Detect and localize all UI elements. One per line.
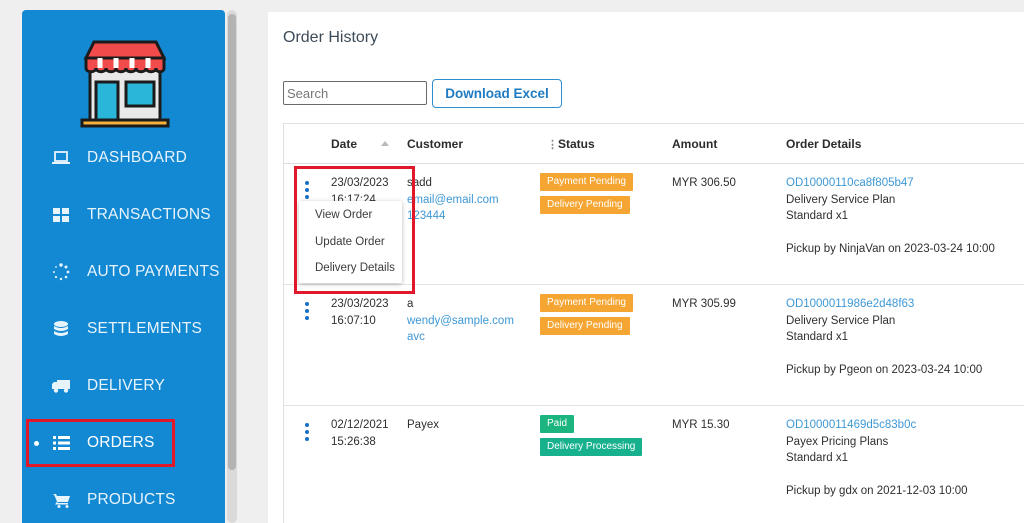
cart-icon bbox=[52, 491, 70, 509]
payment-status-badge: Payment Pending bbox=[540, 294, 633, 312]
sidebar-item-label: DASHBOARD bbox=[87, 149, 187, 166]
order-qty: Standard x1 bbox=[786, 210, 849, 222]
order-id-link[interactable]: OD1000011469d5c83b0c bbox=[786, 417, 968, 434]
order-plan: Delivery Service Plan bbox=[786, 193, 896, 206]
row-actions-icon[interactable] bbox=[305, 423, 309, 443]
status-cell: Payment Pending Delivery Pending bbox=[540, 294, 633, 340]
order-plan: Delivery Service Plan bbox=[786, 314, 896, 327]
customer-phone-link[interactable]: 123444 bbox=[407, 208, 499, 225]
order-date: 02/12/2021 15:26:38 bbox=[331, 417, 389, 450]
sidebar-item-label: SETTLEMENTS bbox=[87, 320, 203, 337]
sidebar-item-dashboard[interactable]: DASHBOARD bbox=[22, 136, 225, 180]
order-id-link[interactable]: OD10000110ca8f805b47 bbox=[786, 175, 995, 192]
column-status: Status bbox=[558, 137, 595, 151]
truck-icon bbox=[52, 377, 70, 395]
sidebar-item-label: DELIVERY bbox=[87, 377, 165, 394]
table-header: Date Customer ⋮ Status Amount Order Deta… bbox=[284, 124, 1024, 164]
customer-email-link[interactable]: wendy@sample.com bbox=[407, 313, 514, 330]
sort-asc-icon[interactable] bbox=[381, 141, 389, 146]
delivery-status-badge: Delivery Pending bbox=[540, 196, 630, 214]
grid-icon bbox=[52, 206, 70, 224]
date-value: 02/12/2021 bbox=[331, 419, 389, 431]
date-value: 23/03/2023 bbox=[331, 298, 389, 310]
sidebar-item-transactions[interactable]: TRANSACTIONS bbox=[22, 193, 225, 237]
orders-highlight-box bbox=[26, 419, 175, 467]
time-value: 15:26:38 bbox=[331, 435, 376, 448]
order-amount: MYR 15.30 bbox=[672, 419, 730, 431]
order-pickup: Pickup by gdx on 2021-12-03 10:00 bbox=[786, 484, 968, 497]
order-details: OD1000011469d5c83b0c Payex Pricing Plans… bbox=[786, 417, 968, 499]
download-excel-button[interactable]: Download Excel bbox=[432, 79, 562, 108]
sidebar-item-auto-payments[interactable]: AUTO PAYMENTS bbox=[22, 250, 225, 294]
page-title: Order History bbox=[283, 29, 379, 46]
customer-info: a wendy@sample.com avc bbox=[407, 296, 514, 346]
order-date: 23/03/2023 16:07:10 bbox=[331, 296, 389, 329]
status-cell: Payment Pending Delivery Pending bbox=[540, 173, 633, 219]
order-qty: Standard x1 bbox=[786, 452, 849, 464]
payment-status-badge: Paid bbox=[540, 415, 575, 433]
column-date[interactable]: Date bbox=[331, 137, 357, 151]
order-qty: Standard x1 bbox=[786, 331, 849, 343]
table-row: 23/03/2023 16:07:10 a wendy@sample.com a… bbox=[284, 285, 1024, 406]
customer-email-link[interactable]: email@email.com bbox=[407, 192, 499, 209]
column-customer: Customer bbox=[407, 137, 464, 151]
order-pickup: Pickup by NinjaVan on 2023-03-24 10:00 bbox=[786, 242, 995, 255]
table-row: 02/12/2021 15:26:38 Payex Paid Delivery … bbox=[284, 406, 1024, 523]
laptop-icon bbox=[52, 149, 70, 167]
database-icon bbox=[52, 320, 70, 338]
sidebar-item-label: PRODUCTS bbox=[87, 491, 176, 508]
order-id-link[interactable]: OD1000011986e2d48f63 bbox=[786, 296, 982, 313]
page: DASHBOARD TRANSACTIONS AUTO PAYMENTS SET… bbox=[0, 0, 1024, 523]
customer-name: Payex bbox=[407, 419, 439, 431]
search-input[interactable] bbox=[283, 81, 427, 105]
delivery-status-badge: Delivery Pending bbox=[540, 317, 630, 335]
time-value: 16:07:10 bbox=[331, 314, 376, 327]
loading-dots-icon bbox=[52, 263, 70, 281]
customer-name: a bbox=[407, 298, 414, 310]
customer-info: sadd email@email.com 123444 bbox=[407, 175, 499, 225]
column-amount: Amount bbox=[672, 137, 718, 151]
customer-name: sadd bbox=[407, 177, 432, 189]
sidebar-item-label: TRANSACTIONS bbox=[87, 206, 211, 223]
order-amount: MYR 306.50 bbox=[672, 177, 736, 189]
customer-phone-link[interactable]: avc bbox=[407, 329, 514, 346]
delivery-status-badge: Delivery Processing bbox=[540, 438, 643, 456]
row-actions-icon[interactable] bbox=[305, 302, 309, 322]
order-plan: Payex Pricing Plans bbox=[786, 435, 889, 448]
order-amount: MYR 305.99 bbox=[672, 298, 736, 310]
status-cell: Paid Delivery Processing bbox=[540, 415, 643, 461]
customer-info: Payex bbox=[407, 417, 439, 434]
store-logo-icon bbox=[80, 40, 170, 128]
order-pickup: Pickup by Pgeon on 2023-03-24 10:00 bbox=[786, 363, 983, 376]
payment-status-badge: Payment Pending bbox=[540, 173, 633, 191]
sidebar-item-products[interactable]: PRODUCTS bbox=[22, 478, 225, 522]
menu-highlight-box bbox=[294, 166, 415, 294]
sidebar-item-settlements[interactable]: SETTLEMENTS bbox=[22, 307, 225, 351]
column-order-details: Order Details bbox=[786, 137, 862, 151]
sidebar-item-label: AUTO PAYMENTS bbox=[87, 263, 220, 280]
order-details: OD1000011986e2d48f63 Delivery Service Pl… bbox=[786, 296, 982, 378]
sidebar-scrollbar-thumb[interactable] bbox=[228, 14, 236, 470]
sidebar-item-delivery[interactable]: DELIVERY bbox=[22, 364, 225, 408]
order-details: OD10000110ca8f805b47 Delivery Service Pl… bbox=[786, 175, 995, 257]
column-drag-handle-icon[interactable]: ⋮ bbox=[547, 138, 558, 151]
